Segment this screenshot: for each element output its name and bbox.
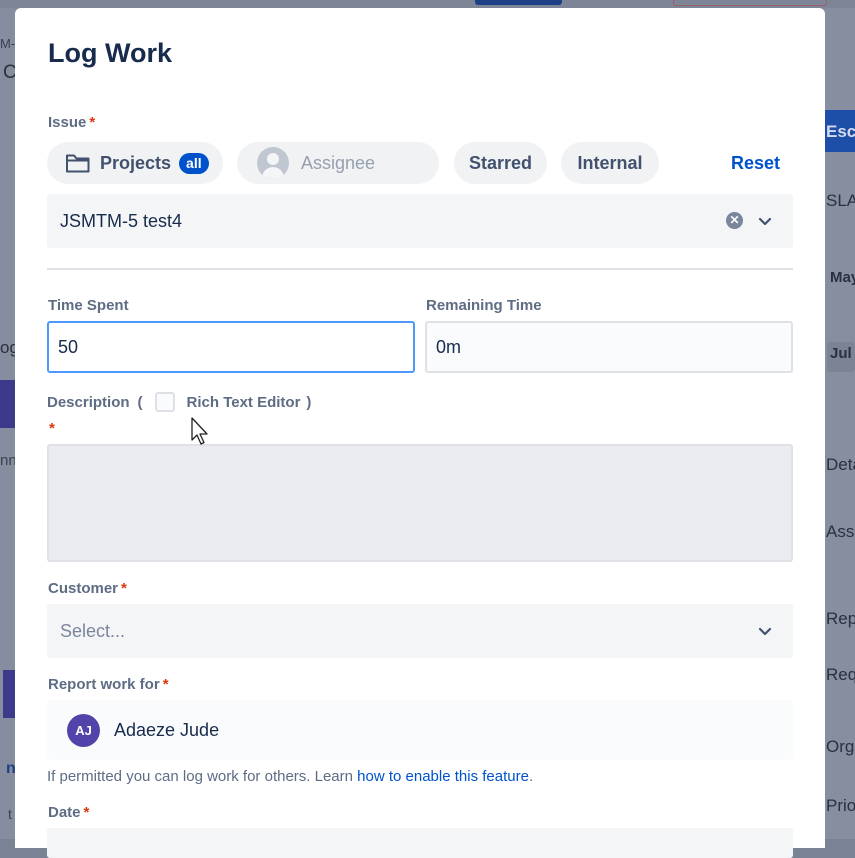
background-label: M-	[0, 36, 16, 51]
user-placeholder-icon	[257, 147, 289, 179]
paren-open: (	[137, 393, 143, 411]
time-spent-label: Time Spent	[48, 297, 129, 314]
dialog-title: Log Work	[48, 38, 172, 68]
background-left-highlight	[0, 380, 15, 428]
paren-close: )	[306, 393, 312, 411]
background-label: Assi	[826, 522, 855, 541]
projects-filter-button[interactable]: Projects all	[47, 142, 223, 184]
enable-feature-link[interactable]: how to enable this feature	[357, 768, 529, 785]
helper-text: If permitted you can log work for others…	[47, 768, 534, 785]
background-label: Repo	[826, 609, 855, 628]
folder-icon	[66, 154, 90, 173]
assignee-filter-button[interactable]: Assignee	[237, 142, 439, 184]
description-textarea[interactable]	[47, 444, 793, 562]
background-label: May	[830, 269, 855, 286]
customer-placeholder: Select...	[60, 620, 126, 641]
assignee-placeholder: Assignee	[301, 152, 376, 173]
date-input[interactable]	[47, 828, 793, 858]
internal-filter-button[interactable]: Internal	[561, 142, 659, 184]
projects-badge: all	[179, 152, 209, 174]
background-label: SLAs	[826, 191, 855, 210]
description-label-row: Description ( Rich Text Editor )	[47, 392, 311, 412]
background-label: Prio	[826, 796, 855, 815]
remaining-time-input[interactable]: 0m	[425, 321, 793, 373]
user-name: Adaeze Jude	[114, 719, 220, 740]
mouse-cursor-icon	[191, 417, 208, 445]
background-label: t	[8, 806, 12, 822]
date-label: Date *	[48, 804, 90, 821]
chevron-down-icon[interactable]	[755, 621, 775, 641]
required-marker: *	[49, 420, 55, 437]
background-label: Orga	[826, 737, 855, 756]
customer-label: Customer *	[48, 580, 127, 597]
background-button-outline	[673, 0, 827, 6]
rich-text-editor-checkbox[interactable]	[154, 392, 175, 412]
section-divider	[47, 268, 793, 270]
log-work-dialog: Log Work Issue * Projects all Assignee St…	[15, 8, 825, 858]
avatar: AJ	[67, 713, 100, 747]
reset-button[interactable]: Reset	[731, 153, 780, 174]
background-label: Requ	[826, 665, 855, 684]
issue-select[interactable]: JSMTM-5 test4 ✕	[47, 194, 793, 248]
chevron-down-icon[interactable]	[755, 211, 775, 231]
report-work-for-label: Report work for *	[48, 676, 169, 693]
background-left-highlight	[3, 670, 15, 718]
starred-filter-button[interactable]: Starred	[454, 142, 547, 184]
background-label: Esca	[826, 122, 855, 141]
background-label: Deta	[826, 455, 855, 474]
issue-label: Issue *	[48, 114, 96, 131]
clear-icon[interactable]: ✕	[726, 212, 743, 229]
time-spent-input[interactable]: 50	[47, 321, 415, 373]
background-button	[475, 0, 562, 5]
report-work-for-picker[interactable]: AJ Adaeze Jude	[47, 700, 793, 760]
issue-select-value: JSMTM-5 test4	[60, 210, 183, 231]
projects-label: Projects	[100, 152, 172, 173]
background-label: Jul	[830, 345, 852, 362]
rich-text-editor-label: Rich Text Editor	[186, 393, 301, 411]
customer-select[interactable]: Select...	[47, 604, 793, 658]
remaining-time-label: Remaining Time	[426, 297, 542, 314]
description-label: Description	[47, 393, 130, 411]
